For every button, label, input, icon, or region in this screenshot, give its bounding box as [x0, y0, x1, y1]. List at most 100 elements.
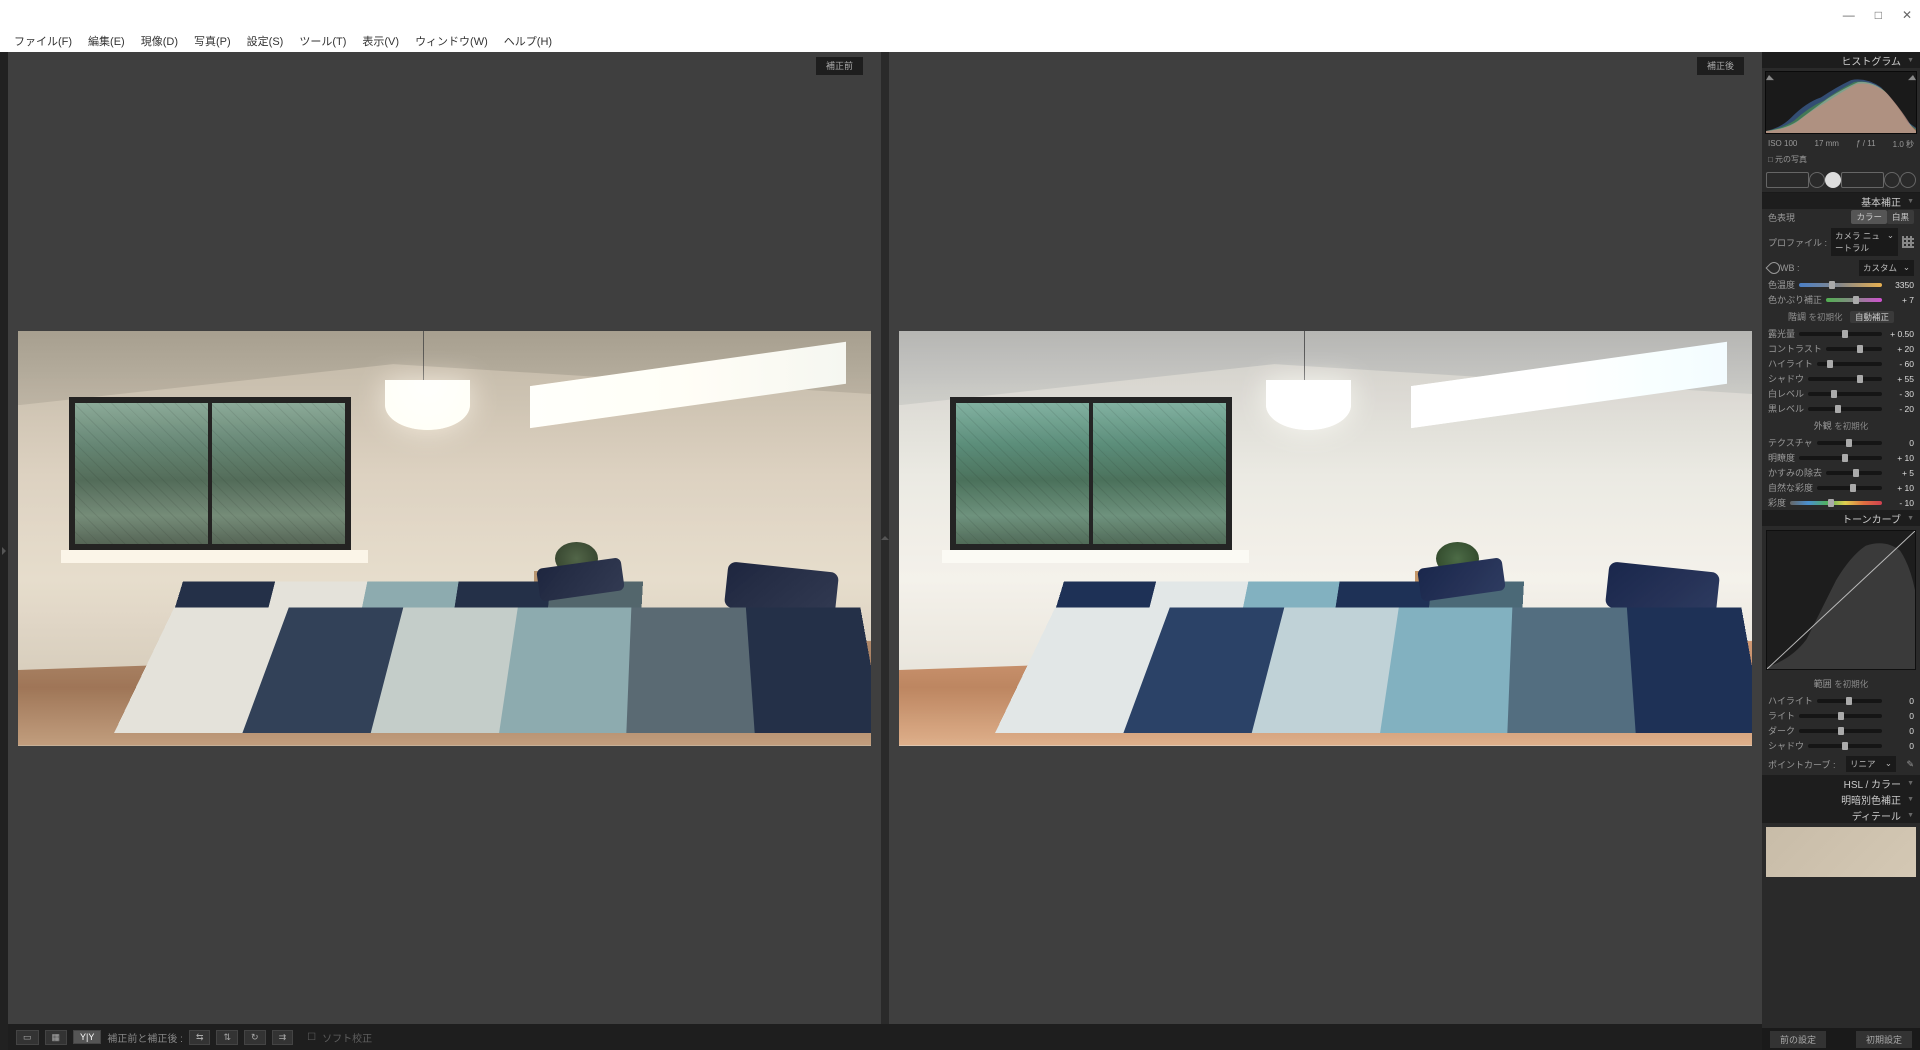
shadows-value[interactable]: + 55 [1886, 374, 1914, 384]
tc-shadows-slider[interactable] [1808, 744, 1882, 748]
highlights-value[interactable]: - 60 [1886, 359, 1914, 369]
profile-browser-icon[interactable] [1902, 236, 1914, 248]
tc-highlights-slider[interactable] [1817, 699, 1882, 703]
whites-slider[interactable] [1808, 392, 1882, 396]
close-button[interactable]: ✕ [1902, 8, 1912, 22]
exposure-value[interactable]: + 0.50 [1886, 329, 1914, 339]
temp-slider[interactable] [1799, 283, 1882, 287]
treatment-bw[interactable]: 白黒 [1887, 210, 1914, 224]
blacks-value[interactable]: - 20 [1886, 404, 1914, 414]
tc-shadows-value[interactable]: 0 [1886, 741, 1914, 751]
bottom-toolbar: ▭ ▦ Y|Y 補正前と補正後 : ⇆ ⇅ ↻ ⇉ ☐ ソフト校正 [8, 1024, 1762, 1050]
wb-select[interactable]: カスタム⌄ [1859, 260, 1914, 276]
shadows-slider[interactable] [1808, 377, 1882, 381]
tc-highlights-value[interactable]: 0 [1886, 696, 1914, 706]
tc-darks-slider[interactable] [1799, 729, 1882, 733]
pointcurve-label: ポイントカーブ : [1768, 758, 1835, 771]
menu-tools[interactable]: ツール(T) [291, 33, 354, 49]
saturation-value[interactable]: - 10 [1886, 498, 1914, 508]
menu-develop[interactable]: 現像(D) [133, 33, 186, 49]
menu-settings[interactable]: 設定(S) [239, 33, 292, 49]
temp-value[interactable]: 3350 [1886, 280, 1914, 290]
temp-label: 色温度 [1768, 278, 1795, 291]
menu-photo[interactable]: 写真(P) [186, 33, 239, 49]
saturation-label: 彩度 [1768, 496, 1786, 509]
compare-tb-button[interactable]: ⇅ [216, 1030, 238, 1045]
compare-copy-button[interactable]: ⇉ [272, 1030, 294, 1045]
radial-tool-icon[interactable] [1884, 172, 1900, 188]
profile-select[interactable]: カメラ ニュートラル⌄ [1831, 228, 1898, 256]
histo-source[interactable]: □ 元の写真 [1762, 152, 1920, 167]
contrast-slider[interactable] [1826, 347, 1882, 351]
vibrance-slider[interactable] [1817, 486, 1882, 490]
compare-lr-button[interactable]: ⇆ [189, 1030, 211, 1045]
tc-darks-label: ダーク [1768, 724, 1795, 737]
texture-value[interactable]: 0 [1886, 438, 1914, 448]
redeye-tool-icon[interactable] [1825, 172, 1841, 188]
tc-lights-slider[interactable] [1799, 714, 1882, 718]
before-pane[interactable]: 補正前 [8, 52, 881, 1024]
histogram-chart[interactable] [1765, 71, 1917, 134]
view-compare-button[interactable]: Y|Y [73, 1030, 101, 1044]
previous-settings-button[interactable]: 前の設定 [1770, 1031, 1826, 1048]
clarity-value[interactable]: + 10 [1886, 453, 1914, 463]
tint-slider[interactable] [1826, 298, 1882, 302]
gradient-tool-icon[interactable] [1841, 172, 1884, 188]
compare-divider[interactable] [881, 52, 889, 1024]
dehaze-label: かすみの除去 [1768, 466, 1822, 479]
crop-tool-icon[interactable] [1766, 172, 1809, 188]
tint-value[interactable]: + 7 [1886, 295, 1914, 305]
blacks-slider[interactable] [1808, 407, 1882, 411]
basic-header[interactable]: 基本補正 [1762, 193, 1920, 209]
view-grid-button[interactable]: ▦ [45, 1030, 68, 1045]
menu-file[interactable]: ファイル(F) [6, 33, 80, 49]
pointcurve-select[interactable]: リニア⌄ [1846, 756, 1896, 772]
histo-shutter: 1.0 秒 [1893, 139, 1914, 150]
reset-button[interactable]: 初期設定 [1856, 1031, 1912, 1048]
vibrance-label: 自然な彩度 [1768, 481, 1813, 494]
dehaze-value[interactable]: + 5 [1886, 468, 1914, 478]
pointcurve-edit-icon[interactable]: ✎ [1906, 759, 1914, 770]
detail-header[interactable]: ディテール [1762, 807, 1920, 823]
detail-preview[interactable] [1766, 827, 1916, 877]
exposure-label: 露光量 [1768, 327, 1795, 340]
view-loupe-button[interactable]: ▭ [16, 1030, 39, 1045]
menu-edit[interactable]: 編集(E) [80, 33, 133, 49]
treatment-label: 色表現 [1768, 211, 1795, 224]
menu-view[interactable]: 表示(V) [354, 33, 407, 49]
range-reset[interactable]: を初期化 [1834, 679, 1868, 689]
auto-tone-button[interactable]: 自動補正 [1850, 311, 1894, 323]
exposure-slider[interactable] [1799, 332, 1882, 336]
texture-slider[interactable] [1817, 441, 1882, 445]
histogram-header[interactable]: ヒストグラム [1762, 52, 1920, 68]
tonecurve-chart[interactable] [1766, 530, 1916, 670]
clarity-slider[interactable] [1799, 456, 1882, 460]
before-photo [18, 331, 871, 746]
softproof-label[interactable]: ソフト校正 [322, 1030, 372, 1045]
contrast-value[interactable]: + 20 [1886, 344, 1914, 354]
spot-tool-icon[interactable] [1809, 172, 1825, 188]
tonecurve-header[interactable]: トーンカーブ [1762, 510, 1920, 526]
brush-tool-icon[interactable] [1900, 172, 1916, 188]
vibrance-value[interactable]: + 10 [1886, 483, 1914, 493]
dehaze-slider[interactable] [1826, 471, 1882, 475]
menu-help[interactable]: ヘルプ(H) [496, 33, 560, 49]
whites-value[interactable]: - 30 [1886, 389, 1914, 399]
presence-reset[interactable]: を初期化 [1834, 421, 1868, 431]
tc-lights-value[interactable]: 0 [1886, 711, 1914, 721]
tone-reset[interactable]: を初期化 [1808, 312, 1842, 322]
local-tools [1762, 167, 1920, 193]
maximize-button[interactable]: □ [1875, 8, 1882, 22]
saturation-slider[interactable] [1790, 501, 1882, 505]
left-panel-expand[interactable] [0, 52, 8, 1050]
menu-window[interactable]: ウィンドウ(W) [407, 33, 496, 49]
highlights-slider[interactable] [1817, 362, 1882, 366]
splittone-header[interactable]: 明暗別色補正 [1762, 791, 1920, 807]
tc-darks-value[interactable]: 0 [1886, 726, 1914, 736]
minimize-button[interactable]: — [1843, 8, 1855, 22]
after-pane[interactable]: 補正後 [889, 52, 1762, 1024]
whites-label: 白レベル [1768, 387, 1804, 400]
hsl-header[interactable]: HSL / カラー [1762, 775, 1920, 791]
compare-swap-button[interactable]: ↻ [244, 1030, 266, 1045]
treatment-color[interactable]: カラー [1851, 210, 1887, 224]
